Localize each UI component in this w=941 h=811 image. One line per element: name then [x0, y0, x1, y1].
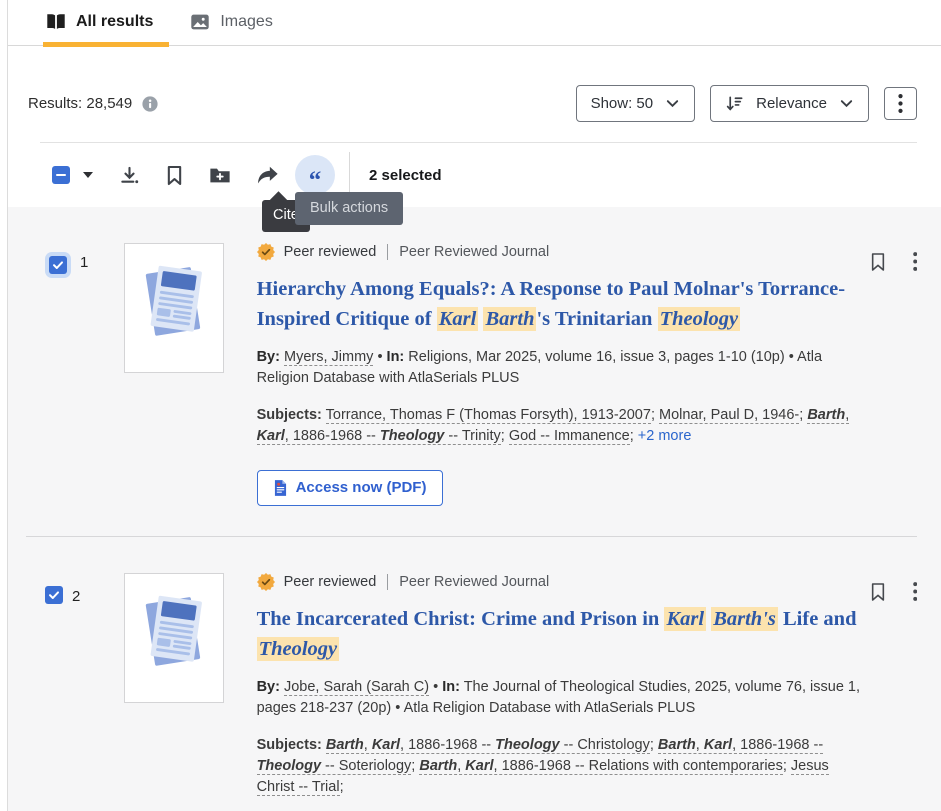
tab-label: Images	[220, 13, 272, 31]
access-pdf-button[interactable]: Access now (PDF)	[257, 470, 444, 506]
kebab-icon	[898, 94, 903, 113]
subjects-label: Subjects:	[257, 407, 322, 423]
result-citation: By: Jobe, Sarah (Sarah C) • In: The Jour…	[257, 677, 870, 719]
author-link[interactable]: Jobe, Sarah (Sarah C)	[284, 679, 429, 696]
images-icon	[189, 11, 211, 33]
peer-reviewed-badge-icon	[257, 243, 275, 261]
search-results-page: All results Images Results: 28,549 Show:…	[7, 0, 941, 811]
highlighted-term: Karl	[437, 307, 479, 331]
bulk-actions-tooltip: Bulk actions	[295, 192, 403, 225]
result-thumbnail[interactable]	[124, 243, 224, 373]
cite-icon: “	[309, 168, 322, 193]
select-all-checkbox[interactable]	[52, 166, 70, 184]
results-list: 1	[8, 207, 941, 811]
result-subjects: Subjects: Torrance, Thomas F (Thomas For…	[257, 405, 870, 447]
tab-images[interactable]: Images	[189, 0, 272, 45]
item-kebab-icon[interactable]	[913, 252, 918, 506]
show-per-page-value: Show: 50	[591, 95, 654, 112]
access-pdf-label: Access now (PDF)	[296, 479, 427, 496]
tab-all-results[interactable]: All results	[45, 0, 153, 45]
bullet-separator: •	[789, 349, 794, 365]
bullet-separator: •	[395, 700, 400, 716]
subject-link[interactable]: Molnar, Paul D, 1946-	[659, 407, 799, 424]
journal-type-label: Peer Reviewed Journal	[387, 574, 549, 590]
book-icon	[45, 11, 67, 33]
selected-count: 2 selected	[369, 167, 442, 184]
peer-reviewed-label: Peer reviewed	[284, 244, 377, 260]
author-link[interactable]: Myers, Jimmy	[284, 349, 373, 366]
peer-reviewed-badge-icon	[257, 573, 275, 591]
result-checkbox[interactable]	[45, 586, 63, 604]
highlighted-term: Theology	[658, 307, 741, 331]
highlighted-term: Theology	[257, 637, 340, 661]
result-title-link[interactable]: Hierarchy Among Equals?: A Response to P…	[257, 274, 870, 334]
result-subjects: Subjects: Barth, Karl, 1886-1968 -- Theo…	[257, 735, 870, 798]
highlighted-term: Karl	[664, 607, 706, 631]
share-icon[interactable]	[257, 166, 279, 185]
chevron-down-icon	[839, 96, 854, 111]
result-checkbox[interactable]	[49, 256, 67, 274]
bullet-separator: •	[433, 679, 438, 695]
subjects-label: Subjects:	[257, 737, 322, 753]
sort-select[interactable]: Relevance	[710, 85, 869, 122]
bullet-separator: •	[377, 349, 382, 365]
highlighted-term: Barth	[483, 307, 536, 331]
chevron-down-icon	[665, 96, 680, 111]
results-tab-bar: All results Images	[8, 0, 941, 46]
subject-link[interactable]: Barth, Karl, 1886-1968 -- Theology -- Ch…	[326, 737, 650, 754]
document-illustration	[136, 590, 212, 702]
results-count: Results: 28,549	[28, 95, 132, 112]
show-per-page-select[interactable]: Show: 50	[576, 85, 696, 122]
bulk-actions-toolbar: “ 2 selected Cite Bulk actions	[8, 143, 941, 207]
item-kebab-icon[interactable]	[913, 582, 918, 798]
subject-link[interactable]: God -- Immanence	[509, 428, 630, 445]
sort-icon	[725, 94, 744, 113]
result-number: 2	[72, 586, 80, 605]
result-item-2: 2	[8, 537, 941, 811]
info-icon[interactable]	[142, 96, 158, 112]
highlighted-term: Barth's	[711, 607, 778, 631]
sort-value: Relevance	[756, 95, 827, 112]
tab-label: All results	[76, 13, 153, 31]
bookmark-icon[interactable]	[166, 165, 183, 186]
peer-reviewed-label: Peer reviewed	[284, 574, 377, 590]
subject-link[interactable]: Barth, Karl, 1886-1968 -- Relations with…	[419, 758, 783, 775]
more-subjects-link[interactable]: +2 more	[638, 428, 692, 444]
journal-type-label: Peer Reviewed Journal	[387, 244, 549, 260]
result-number: 1	[80, 252, 88, 271]
save-bookmark-icon[interactable]	[870, 582, 886, 798]
database-name: Atla Religion Database with AtlaSerials …	[404, 700, 696, 716]
in-label: In:	[442, 679, 460, 695]
checkbox-focus-ring	[45, 252, 71, 278]
subject-links: Torrance, Thomas F (Thomas Forsyth), 191…	[257, 407, 850, 445]
source-info: Religions, Mar 2025, volume 16, issue 3,…	[408, 349, 784, 365]
add-to-folder-icon[interactable]	[209, 166, 231, 185]
by-label: By:	[257, 679, 280, 695]
download-icon[interactable]	[119, 165, 140, 186]
subject-link[interactable]: Torrance, Thomas F (Thomas Forsyth), 191…	[326, 407, 651, 424]
document-illustration	[136, 260, 212, 372]
pdf-icon	[274, 480, 287, 496]
result-citation: By: Myers, Jimmy • In: Religions, Mar 20…	[257, 347, 870, 389]
result-title-link[interactable]: The Incarcerated Christ: Crime and Priso…	[257, 604, 870, 664]
cite-button[interactable]: “	[295, 155, 335, 195]
subject-links: Barth, Karl, 1886-1968 -- Theology -- Ch…	[257, 737, 829, 796]
result-thumbnail[interactable]	[124, 573, 224, 703]
in-label: In:	[387, 349, 405, 365]
save-bookmark-icon[interactable]	[870, 252, 886, 506]
by-label: By:	[257, 349, 280, 365]
results-bar: Results: 28,549 Show: 50 Relevance	[8, 46, 941, 122]
more-options-button[interactable]	[884, 87, 917, 120]
select-menu-caret-icon[interactable]	[83, 172, 93, 178]
result-item-1: 1	[8, 207, 941, 536]
